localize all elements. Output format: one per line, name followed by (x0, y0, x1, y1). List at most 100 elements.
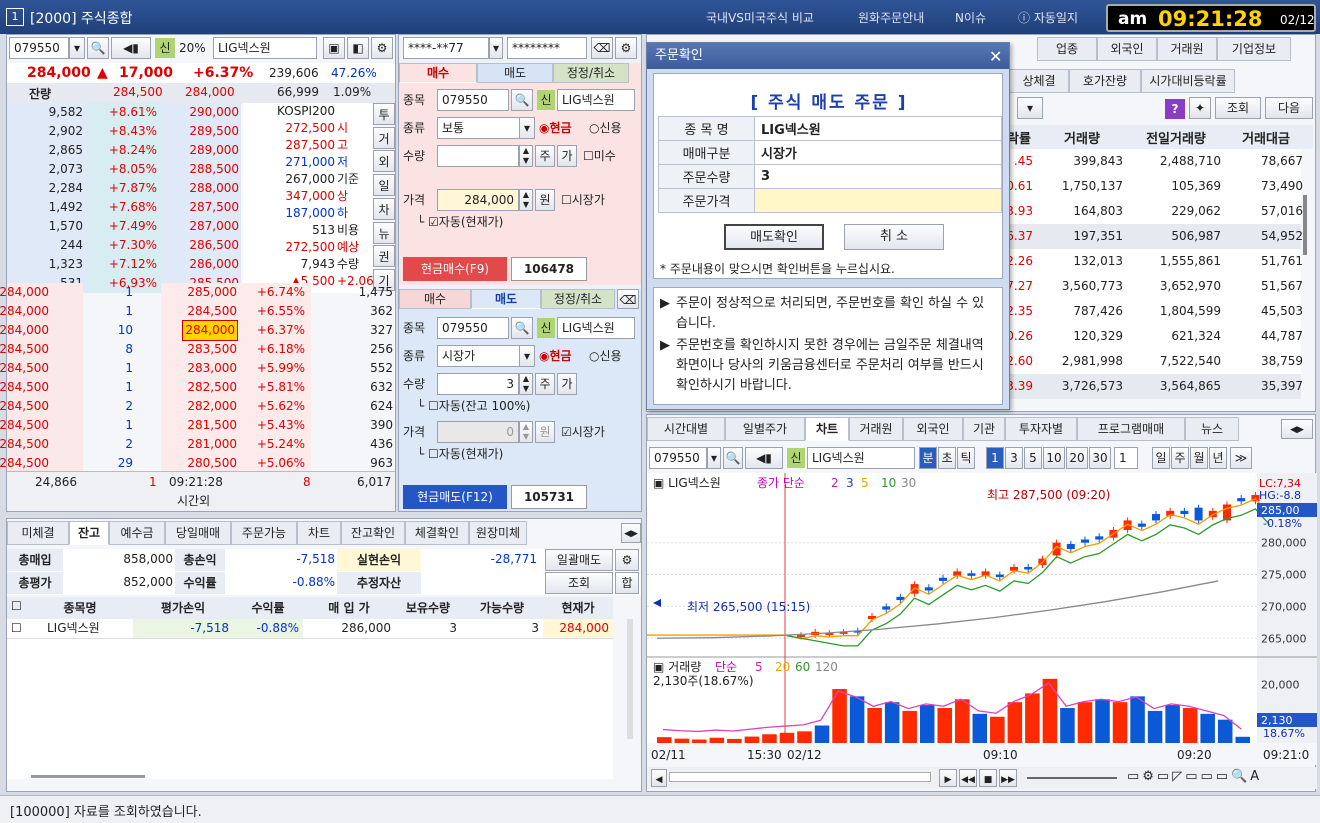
buy-price-stepper[interactable]: ▲ ▼ (519, 189, 533, 211)
sell-price-stepper[interactable]: ▲ ▼ (519, 421, 533, 443)
chart-sound-button[interactable]: ◀▮ (745, 447, 783, 469)
chart-scrollbar[interactable] (669, 772, 931, 782)
buy-ju-button[interactable]: 주 (535, 145, 555, 167)
layout-button[interactable]: ▣ (323, 37, 345, 59)
ranking-scrollbar[interactable] (1303, 195, 1307, 255)
ranking-tab[interactable]: 거래원 (1157, 37, 1217, 61)
account-dropdown[interactable]: ▾ (489, 37, 503, 59)
balance-tab[interactable]: 체결확인 (405, 521, 469, 545)
ranking-row[interactable]: 7.27 3,560,773 3,652,970 51,567 (1001, 274, 1303, 299)
chart-period-button[interactable]: 30 (1089, 447, 1111, 469)
chart-tab[interactable]: 기관 (963, 417, 1005, 441)
code-input[interactable]: 079550 (9, 37, 69, 59)
chart-dwmy-button[interactable]: 일 (1152, 447, 1170, 469)
bid-row[interactable]: 284,000 1 284,500 +6.55% 362 (0, 302, 395, 321)
balance-tab[interactable]: 당일매매 (165, 521, 231, 545)
ranking-tab[interactable]: 기업정보 (1217, 37, 1291, 61)
sell-code-input[interactable]: 079550 (437, 317, 509, 339)
balance-settings-button[interactable]: ⚙ (615, 549, 639, 571)
dialog-close-icon[interactable]: ✕ (989, 47, 1002, 66)
buy-qty-input[interactable] (437, 145, 519, 167)
sell-market-checkbox[interactable]: ☑시장가 (561, 423, 605, 440)
ranking-subtab[interactable]: 상체결 (1009, 69, 1069, 93)
ranking-subtab[interactable]: 호가잔량 (1069, 69, 1141, 93)
buy-auto-checkbox[interactable]: └ ☑자동(현재가) (417, 213, 503, 230)
sell-kind-dropdown[interactable]: ▾ (519, 345, 535, 367)
side-tab[interactable]: 외 (373, 150, 395, 173)
ranking-tab[interactable]: 업종 (1037, 37, 1097, 61)
chart-code-input[interactable]: 079550 (649, 447, 707, 469)
chart-code-dropdown[interactable]: ▾ (707, 447, 721, 469)
side-tab[interactable]: 뉴 (373, 221, 395, 244)
sell-confirm-button[interactable]: 매도확인 (724, 224, 824, 250)
tab-modify[interactable]: 정정/취소 (553, 63, 629, 83)
search-button[interactable]: 🔍 (87, 37, 109, 59)
dialog-cancel-button[interactable]: 취 소 (844, 224, 944, 250)
bid-row[interactable]: 284,500 1 283,000 +5.99% 552 (0, 359, 395, 378)
ranking-query-button[interactable]: 조회 (1215, 97, 1261, 119)
chart-unit-button[interactable]: 틱 (957, 447, 975, 469)
buy-kind-select[interactable]: 보통 (437, 117, 521, 139)
bid-row[interactable]: 284,500 2 282,000 +5.62% 624 (0, 397, 395, 416)
sell-eraser-button[interactable]: ⌫ (617, 289, 639, 309)
bulk-sell-button[interactable]: 일괄매도 (545, 549, 613, 571)
side-tab[interactable]: 거 (373, 126, 395, 149)
link-auto-journal[interactable]: ⓘ 자동일지 (1018, 9, 1078, 26)
sell-ju-button[interactable]: 주 (535, 373, 555, 395)
sound-button[interactable]: ◀▮ (111, 37, 151, 59)
bid-row[interactable]: 284,000 1 285,000 +6.74% 1,475 (0, 283, 395, 302)
horizontal-scrollbar[interactable] (31, 775, 145, 778)
tab-sell[interactable]: 매도 (477, 63, 553, 83)
sell-auto-price-checkbox[interactable]: └ ☐자동(현재가) (417, 445, 503, 462)
tab-modify-2[interactable]: 정정/취소 (541, 289, 615, 309)
bid-row[interactable]: 284,500 1 281,500 +5.43% 390 (0, 416, 395, 435)
chart-more-button[interactable]: ≫ (1230, 447, 1252, 469)
help-icon[interactable]: ? (1165, 99, 1185, 119)
buy-qty-stepper[interactable]: ▲ ▼ (519, 145, 533, 167)
tab-sell-2[interactable]: 매도 (471, 289, 541, 309)
chart-dwmy-button[interactable]: 주 (1171, 447, 1189, 469)
side-tab[interactable]: 일 (373, 174, 395, 197)
scroll-left-button[interactable]: ◀ (651, 769, 667, 787)
buy-credit-radio[interactable]: ○신용 (589, 119, 622, 136)
sell-cash-radio[interactable]: ◉현금 (539, 347, 572, 364)
sell-price-input[interactable]: 0 (437, 421, 519, 443)
chart-tab[interactable]: 뉴스 (1185, 417, 1239, 441)
ranking-next-button[interactable]: 다음 (1265, 97, 1313, 119)
link-krw-order[interactable]: 원화주문안내 (858, 9, 924, 26)
magic-button[interactable]: ✦ (1189, 97, 1211, 119)
ranking-row[interactable]: 2.60 2,981,998 7,522,540 38,759 (1001, 349, 1303, 374)
sell-qty-stepper[interactable]: ▲ ▼ (519, 373, 533, 395)
tab-buy[interactable]: 매수 (399, 63, 477, 83)
sell-search-button[interactable]: 🔍 (511, 317, 533, 339)
buy-market-checkbox[interactable]: ☐시장가 (561, 191, 605, 208)
ranking-row[interactable]: 3.93 164,803 229,062 57,016 (1001, 199, 1303, 224)
ranking-dropdown[interactable]: ▾ (1017, 97, 1043, 119)
sell-auto-balance-checkbox[interactable]: └ ☐자동(잔고 100%) (417, 397, 530, 414)
bid-row[interactable]: 284,500 8 283,500 +6.18% 256 (0, 340, 395, 359)
chart-tab[interactable]: 차트 (805, 417, 849, 441)
eraser-button[interactable]: ⌫ (591, 37, 613, 59)
sell-ga-button[interactable]: 가 (557, 373, 577, 395)
chart-tab[interactable]: 외국인 (903, 417, 963, 441)
select-all-checkbox[interactable]: ☐ (11, 599, 22, 613)
sell-credit-radio[interactable]: ○신용 (589, 347, 622, 364)
chart-period-button[interactable]: 10 (1043, 447, 1065, 469)
buy-price-input[interactable]: 284,000 (437, 189, 519, 211)
balance-scrollbar[interactable] (627, 619, 633, 739)
balance-tab[interactable]: 예수금 (109, 521, 165, 545)
buy-cash-radio[interactable]: ◉현금 (539, 119, 572, 136)
buy-ga-button[interactable]: 가 (557, 145, 577, 167)
zoom-slider[interactable] (1027, 777, 1117, 779)
link-compare[interactable]: 국내VS미국주식 비교 (706, 9, 814, 26)
ranking-row[interactable]: 2.26 132,013 1,555,861 51,761 (1001, 249, 1303, 274)
ranking-subtab[interactable]: 시가대비등락률 (1141, 69, 1235, 93)
ranking-row[interactable]: .45 399,843 2,488,710 78,667 (1001, 149, 1303, 174)
bid-row[interactable]: 284,000 10 284,000 +6.37% 327 (0, 320, 395, 341)
play-button[interactable]: ▶ (939, 769, 957, 787)
code-dropdown[interactable]: ▾ (69, 37, 85, 59)
balance-tab[interactable]: 잔고확인 (341, 521, 405, 545)
chart-tab[interactable]: 거래원 (849, 417, 903, 441)
password-input[interactable]: ******** (507, 37, 587, 59)
sell-qty-input[interactable]: 3 (437, 373, 519, 395)
